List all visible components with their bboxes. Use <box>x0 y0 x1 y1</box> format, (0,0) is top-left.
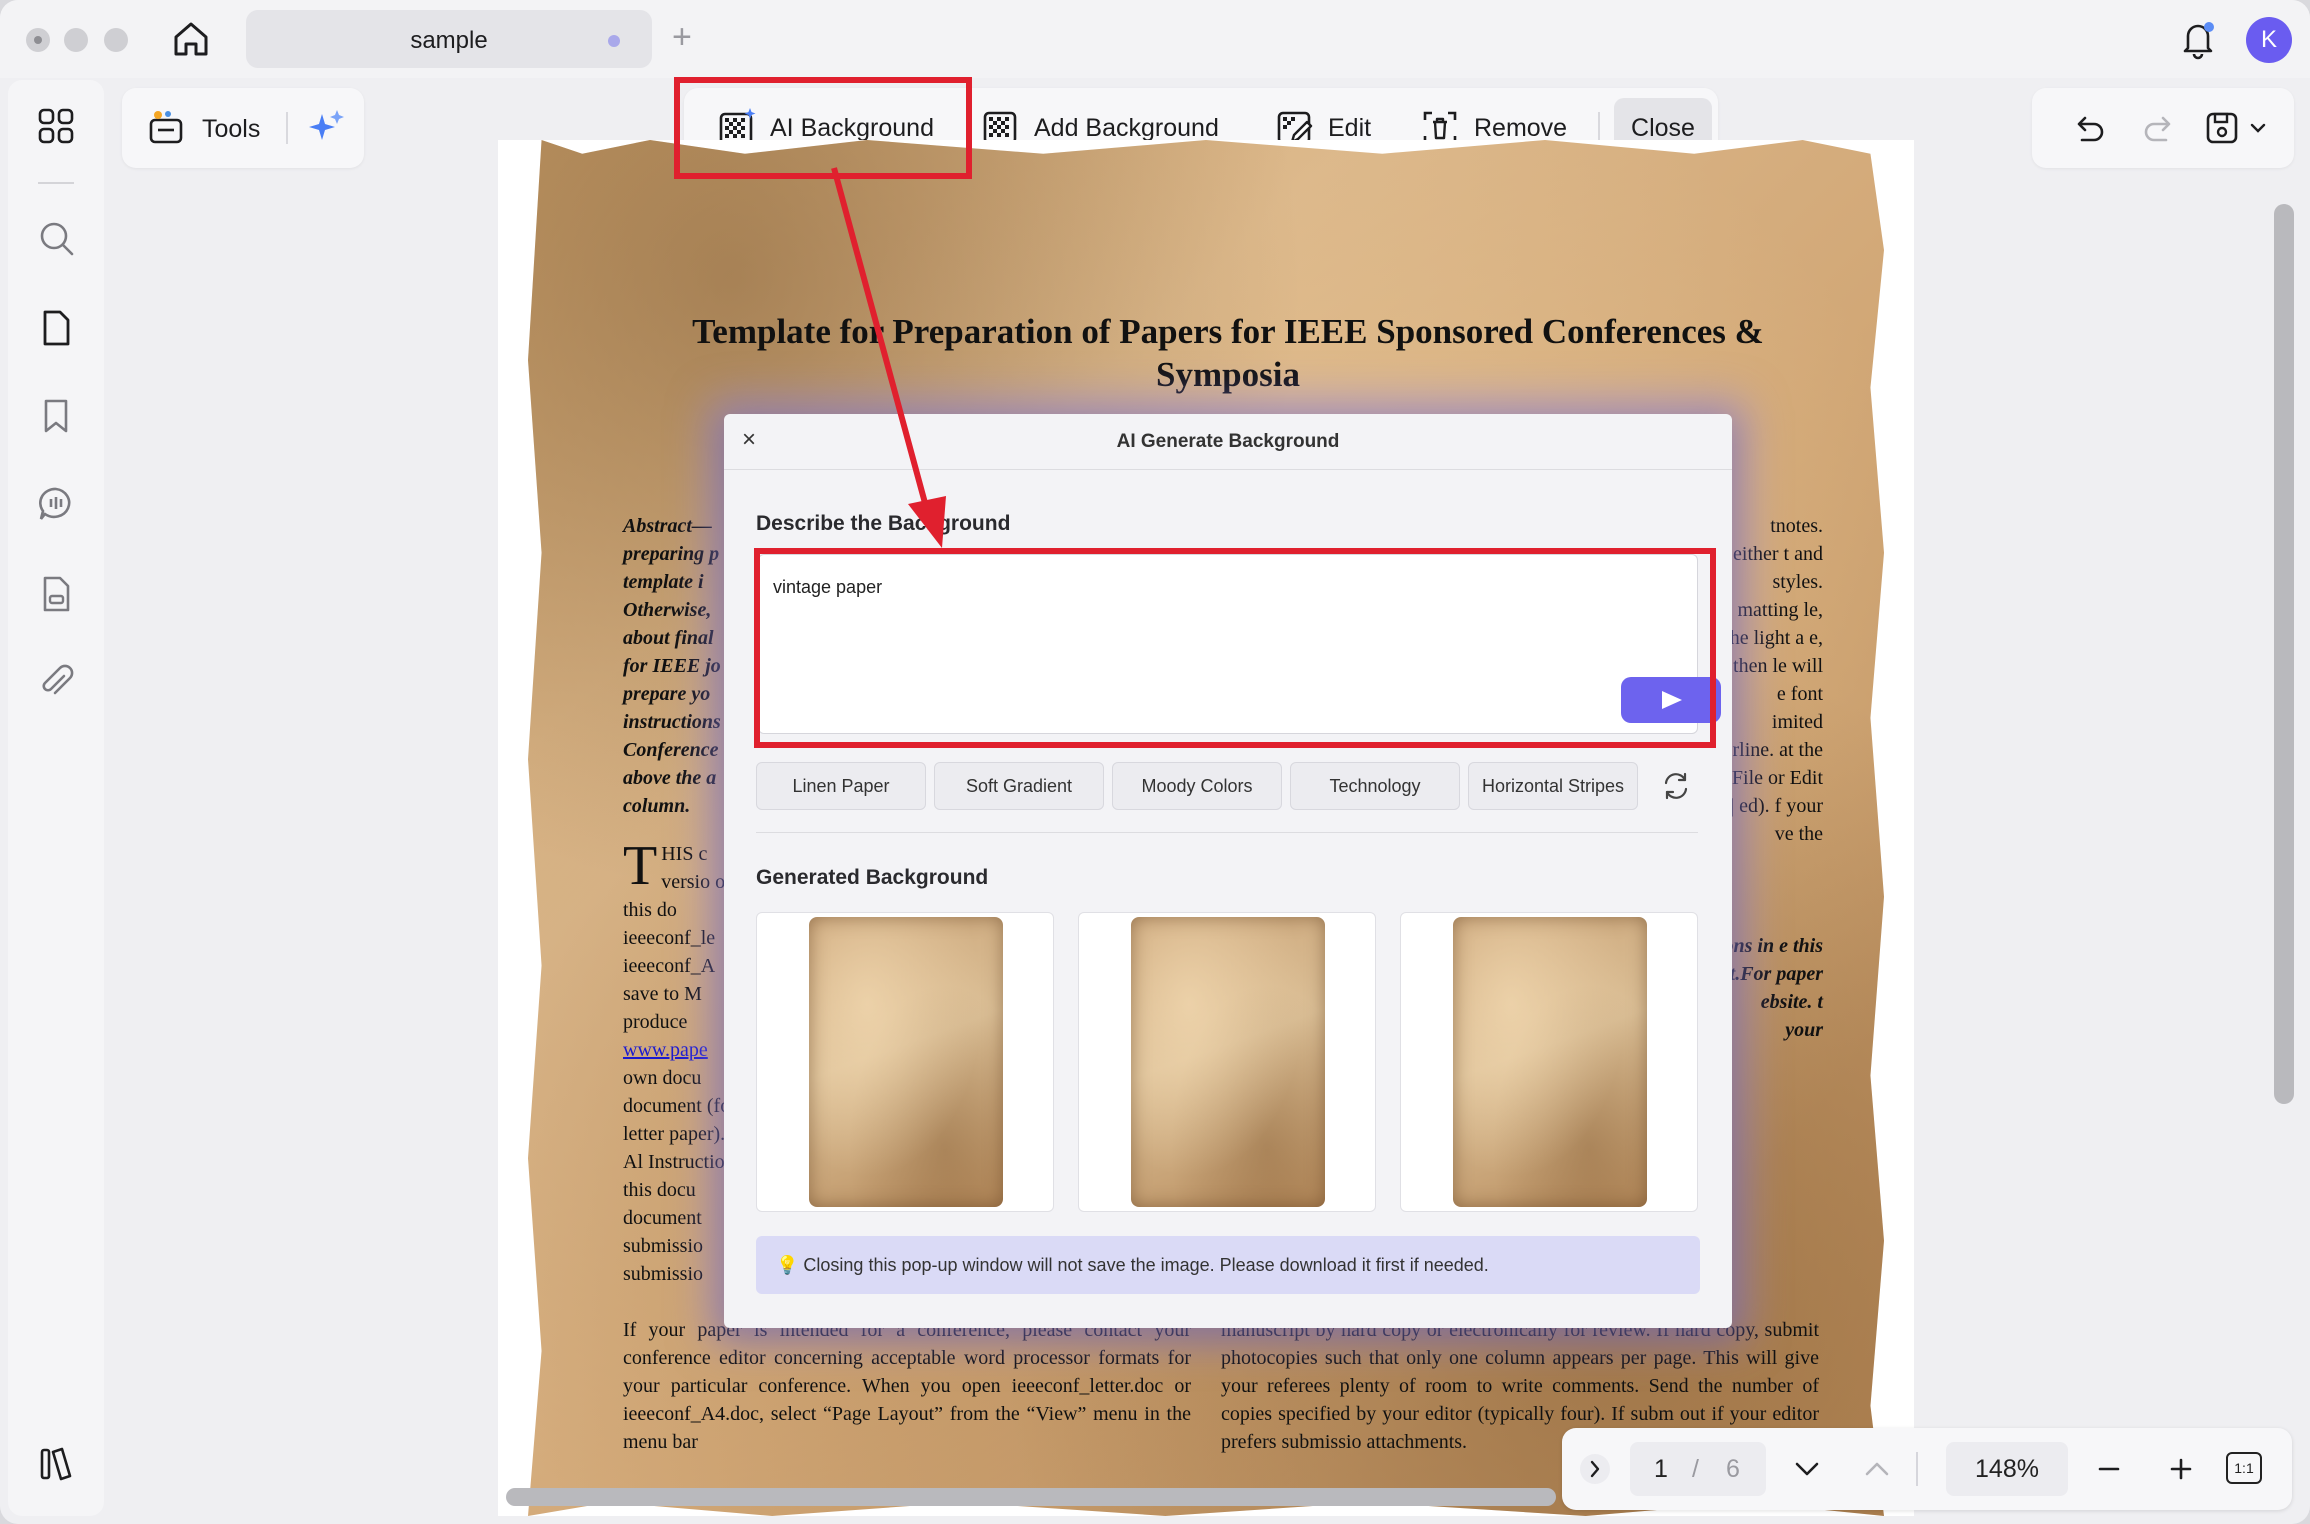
chip-soft-gradient[interactable]: Soft Gradient <box>934 762 1104 810</box>
window-close-button[interactable] <box>26 28 50 52</box>
document-link[interactable]: www.pape <box>623 1039 708 1061</box>
organize-pages-icon[interactable] <box>36 574 76 614</box>
apps-grid-icon[interactable] <box>36 106 76 146</box>
intro-text-continued: own docu document (for letter paper). Al… <box>623 1067 737 1285</box>
zoom-out-icon[interactable] <box>2090 1450 2128 1488</box>
generated-thumbnail-1[interactable] <box>756 912 1054 1212</box>
chip-technology[interactable]: Technology <box>1290 762 1460 810</box>
zoom-level-field[interactable]: 148% <box>1946 1442 2068 1496</box>
nav-divider <box>1916 1452 1918 1486</box>
right-col-text-b: ons in e this t.For paper ebsite. t your <box>1723 935 1823 1041</box>
edit-label: Edit <box>1328 113 1372 142</box>
title-bar: sample + K <box>0 0 2310 78</box>
generated-background-label: Generated Background <box>756 866 989 889</box>
left-sidebar <box>8 80 104 1516</box>
generated-image <box>1131 917 1325 1207</box>
save-warning-notice: 💡 Closing this pop-up window will not sa… <box>756 1236 1700 1294</box>
unsaved-dot <box>608 35 620 47</box>
chip-moody-colors[interactable]: Moody Colors <box>1112 762 1282 810</box>
annotation-highlight-ai-background <box>674 77 972 179</box>
chevron-right-icon[interactable] <box>1576 1450 1614 1488</box>
window-zoom-button[interactable] <box>104 28 128 52</box>
chip-linen-paper[interactable]: Linen Paper <box>756 762 926 810</box>
document-bottom-left-text: If your paper is intended for a conferen… <box>623 1319 1191 1453</box>
comments-icon[interactable] <box>36 484 76 524</box>
remove-label: Remove <box>1474 113 1568 142</box>
page-separator: / <box>1692 1455 1699 1483</box>
app-window: sample + K Tools AI Background Add Backg… <box>0 0 2310 1524</box>
document-tab[interactable]: sample <box>246 10 652 68</box>
sidebar-divider <box>38 182 74 184</box>
refresh-icon[interactable] <box>1660 770 1692 802</box>
chip-horizontal-stripes[interactable]: Horizontal Stripes <box>1468 762 1638 810</box>
abstract-text: Abstract— preparing p template i Otherwi… <box>623 515 721 817</box>
current-page: 1 <box>1654 1455 1668 1483</box>
bell-icon[interactable] <box>2178 18 2218 60</box>
page-number-field[interactable]: 1 / 6 <box>1630 1442 1766 1496</box>
window-minimize-button[interactable] <box>64 28 88 52</box>
document-right-fragment: tnotes. either t and styles. matting le,… <box>1723 512 1823 1044</box>
search-icon[interactable] <box>36 218 76 258</box>
avatar[interactable]: K <box>2246 17 2292 63</box>
pages-icon[interactable] <box>36 308 76 348</box>
new-tab-button[interactable]: + <box>672 20 692 54</box>
generated-thumbnail-3[interactable] <box>1400 912 1698 1212</box>
describe-background-label: Describe the Background <box>756 512 1011 535</box>
actual-size-button[interactable]: 1:1 <box>2226 1452 2262 1484</box>
next-page-icon[interactable] <box>1788 1450 1826 1488</box>
generated-thumbnail-2[interactable] <box>1078 912 1376 1212</box>
previous-page-icon[interactable] <box>1858 1450 1896 1488</box>
bookmark-icon[interactable] <box>36 396 76 436</box>
generated-image <box>1453 917 1647 1207</box>
home-icon[interactable] <box>170 18 212 60</box>
dialog-title: AI Generate Background <box>1116 431 1340 452</box>
vertical-scrollbar[interactable] <box>2274 204 2294 1104</box>
right-col-text: tnotes. either t and styles. matting le,… <box>1723 515 1823 845</box>
total-pages: 6 <box>1726 1455 1740 1483</box>
zoom-in-icon[interactable] <box>2162 1450 2200 1488</box>
annotation-highlight-prompt <box>754 548 1716 748</box>
attachment-icon[interactable] <box>36 662 76 702</box>
add-background-label: Add Background <box>1034 113 1219 142</box>
dialog-divider <box>756 832 1698 833</box>
document-title: Template for Preparation of Papers for I… <box>692 312 1764 394</box>
library-icon[interactable] <box>36 1444 76 1484</box>
drop-cap: T <box>623 835 658 897</box>
page-navigation-bar: 1 / 6 148% 1:1 <box>1562 1428 2292 1510</box>
generated-image <box>809 917 1003 1207</box>
horizontal-scrollbar[interactable] <box>506 1488 1556 1506</box>
tab-title: sample <box>410 27 488 54</box>
dialog-header: × AI Generate Background <box>724 414 1732 470</box>
